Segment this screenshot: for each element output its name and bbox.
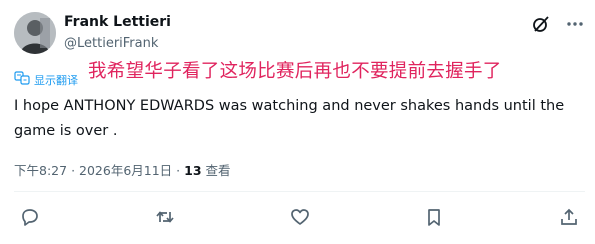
tweet-text: I hope ANTHONY EDWARDS was watching and … — [14, 98, 565, 139]
author-name[interactable]: Frank Lettieri — [64, 14, 171, 30]
divider — [14, 191, 585, 192]
reply-icon[interactable] — [20, 207, 40, 231]
retweet-icon[interactable] — [155, 207, 175, 231]
tweet-meta: 下午8:27 · 2026年6月11日 · 13 查看 — [14, 160, 231, 179]
views-count: 13 — [184, 163, 202, 178]
like-icon[interactable] — [290, 207, 310, 231]
share-icon[interactable] — [559, 207, 579, 231]
avatar[interactable] — [14, 12, 56, 54]
tweet-date[interactable]: 2026年6月11日 — [79, 163, 172, 178]
translation-overlay-text: 我希望华子看了这场比赛后再也不要提前去握手了 — [88, 61, 502, 82]
bookmark-icon[interactable] — [424, 207, 444, 231]
views-label: 查看 — [205, 163, 231, 178]
more-icon[interactable] — [565, 14, 585, 38]
show-translation-link[interactable]: 显示翻译 — [34, 72, 78, 88]
translate-icon — [14, 70, 30, 89]
grok-icon[interactable] — [531, 14, 551, 38]
separator-dot: · — [71, 163, 80, 178]
tweet-time[interactable]: 下午8:27 — [14, 163, 67, 178]
author-handle[interactable]: @LettieriFrank — [64, 36, 158, 51]
separator-dot: · — [176, 163, 185, 178]
